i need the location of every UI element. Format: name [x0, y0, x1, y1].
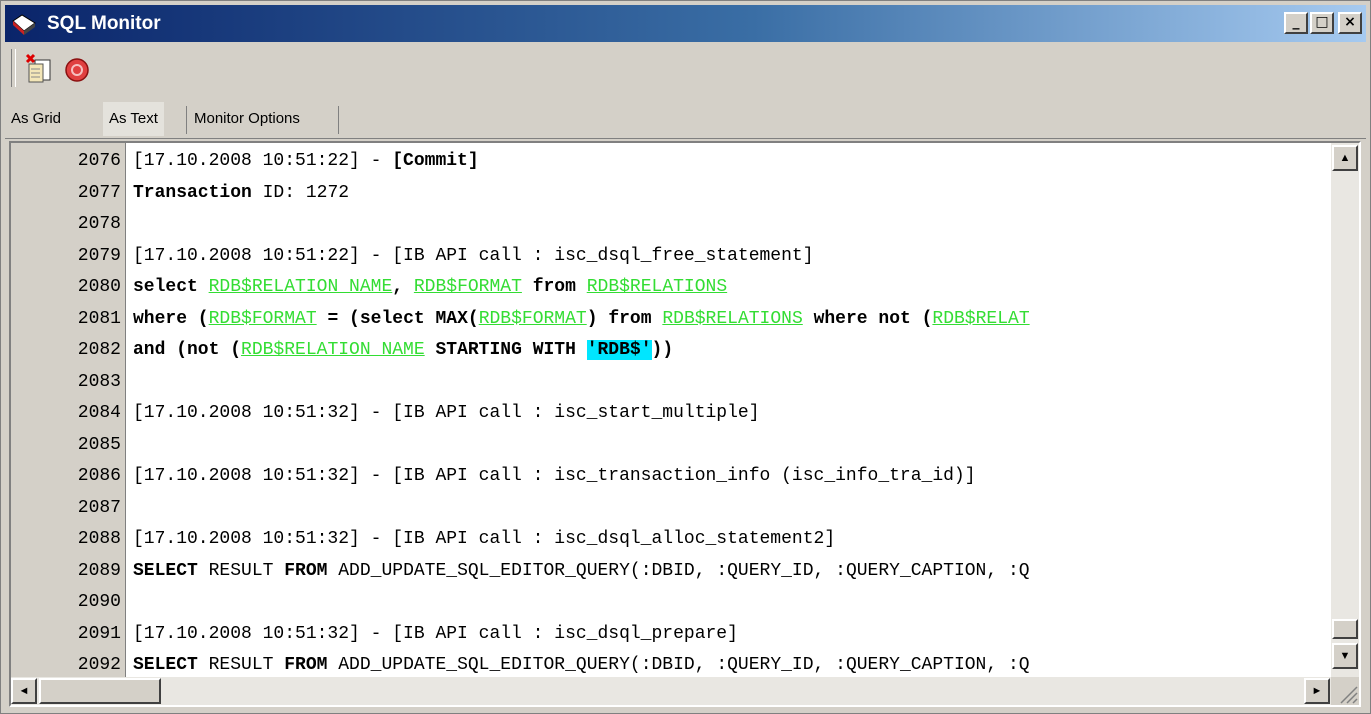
- line-number: 2085: [77, 434, 121, 455]
- text-token: ADD_UPDATE_SQL_EDITOR_QUERY(:DBID, :QUER…: [327, 655, 1030, 675]
- toolbar-grip: [11, 49, 16, 87]
- tab-divider: [186, 106, 187, 134]
- text-token: where (: [133, 308, 209, 329]
- sql-log-text[interactable]: 2076 [17.10.2008 10:51:22] - [Commit] 2077…: [9, 141, 1361, 707]
- line-number: 2078: [77, 214, 121, 234]
- text-token: [17.10.2008 10:51:22] -: [133, 151, 393, 171]
- horizontal-scrollbar[interactable]: ◄ ►: [11, 677, 1331, 705]
- text-token: RESULT: [197, 560, 285, 581]
- line-number: 2090: [77, 592, 121, 612]
- line-text: select RDB$RELATION_NAME, RDB$FORMAT fro…: [133, 271, 727, 303]
- tab-as-grid[interactable]: As Grid: [5, 102, 67, 136]
- identifier-token: RDB$FORMAT: [208, 308, 317, 329]
- text-token: = (select MAX(: [316, 308, 479, 329]
- line-text: [17.10.2008 10:51:22] - [Commit]: [133, 145, 479, 177]
- line-number: 2082: [77, 340, 121, 360]
- text-token: ID: 1272: [251, 182, 350, 203]
- line-text: [17.10.2008 10:51:22] - [IB API call : i…: [133, 240, 814, 272]
- vertical-scroll-thumb[interactable]: [1332, 619, 1358, 639]
- text-token: RESULT: [197, 655, 285, 675]
- tab-divider: [338, 106, 339, 134]
- close-button[interactable]: ×: [1338, 12, 1362, 34]
- text-token: SELECT: [133, 560, 198, 581]
- identifier-token: RDB$FORMAT: [478, 308, 587, 329]
- line-number: 2084: [77, 403, 121, 423]
- line-text: [17.10.2008 10:51:32] - [IB API call : i…: [133, 618, 738, 650]
- identifier-token: RDB$RELATION_NAME: [208, 277, 393, 297]
- minimize-button[interactable]: _: [1284, 12, 1308, 34]
- text-token: ,: [392, 277, 414, 297]
- scroll-left-button[interactable]: ◄: [11, 678, 37, 704]
- window-title: SQL Monitor: [47, 13, 161, 34]
- text-token: where not (: [802, 308, 933, 329]
- restore-button[interactable]: □: [1310, 12, 1334, 34]
- line-number: 2091: [77, 623, 121, 644]
- line-number: 2087: [77, 497, 121, 518]
- text-token: and (not (: [133, 340, 242, 360]
- text-token: select: [133, 277, 209, 297]
- view-tabs: As Grid As Text Monitor Options: [5, 98, 1366, 139]
- text-token: [17.10.2008 10:51:32] - [IB API call : i…: [133, 403, 760, 423]
- line-text: Transaction ID: 1272: [133, 177, 349, 209]
- clear-log-icon: [25, 53, 51, 83]
- line-text: [17.10.2008 10:51:32] - [IB API call : i…: [133, 460, 976, 492]
- scroll-down-button[interactable]: ▼: [1332, 643, 1358, 669]
- stop-monitor-button[interactable]: [59, 51, 95, 87]
- line-number: 2089: [77, 560, 121, 581]
- line-text: SELECT RESULT FROM ADD_UPDATE_SQL_EDITOR…: [133, 555, 1030, 587]
- stop-monitor-icon: [65, 58, 89, 82]
- identifier-token: RDB$RELATIONS: [586, 277, 728, 297]
- text-token: from: [521, 277, 587, 297]
- line-number: 2077: [77, 182, 121, 203]
- identifier-token: RDB$RELATIONS: [662, 308, 803, 329]
- resize-grip-icon[interactable]: [1331, 677, 1359, 705]
- line-text: [17.10.2008 10:51:32] - [IB API call : i…: [133, 397, 760, 429]
- tab-as-text[interactable]: As Text: [103, 102, 164, 136]
- vertical-scrollbar[interactable]: ▲ ▼: [1331, 143, 1359, 677]
- toolbar: [5, 44, 1366, 92]
- identifier-token: RDB$RELAT: [932, 308, 1030, 329]
- string-literal-token: 'RDB$': [586, 340, 652, 360]
- text-token: [Commit]: [392, 151, 479, 171]
- line-number: 2081: [77, 308, 121, 329]
- title-bar[interactable]: SQL Monitor _ □ ×: [5, 5, 1366, 42]
- line-number: 2080: [77, 277, 121, 297]
- text-token: FROM: [284, 560, 328, 581]
- text-token: [17.10.2008 10:51:32] - [IB API call : i…: [133, 529, 836, 549]
- identifier-token: RDB$FORMAT: [413, 277, 522, 297]
- text-token: Transaction: [133, 182, 252, 203]
- text-token: STARTING WITH: [424, 340, 587, 360]
- scroll-up-button[interactable]: ▲: [1332, 145, 1358, 171]
- line-number: 2076: [77, 151, 121, 171]
- line-number: 2083: [77, 371, 121, 392]
- text-token: SELECT: [133, 655, 198, 675]
- tab-monitor-options[interactable]: Monitor Options: [188, 102, 306, 136]
- identifier-token: RDB$RELATION_NAME: [241, 340, 425, 360]
- text-token: [17.10.2008 10:51:22] - [IB API call : i…: [133, 245, 814, 266]
- text-token: FROM: [284, 655, 328, 675]
- text-token: [17.10.2008 10:51:32] - [IB API call : i…: [133, 466, 976, 486]
- horizontal-scroll-thumb[interactable]: [39, 678, 161, 704]
- text-token: [17.10.2008 10:51:32] - [IB API call : i…: [133, 623, 738, 644]
- app-icon: [12, 14, 36, 35]
- text-token: )): [651, 340, 674, 360]
- text-token: ADD_UPDATE_SQL_EDITOR_QUERY(:DBID, :QUER…: [327, 560, 1030, 581]
- line-number: 2086: [77, 466, 121, 486]
- line-number: 2088: [77, 529, 121, 549]
- line-text: where (RDB$FORMAT = (select MAX(RDB$FORM…: [133, 303, 1030, 335]
- sql-monitor-window: SQL Monitor _ □ × As Grid As Text Monito…: [0, 0, 1371, 714]
- text-token: ) from: [586, 308, 663, 329]
- line-text: and (not (RDB$RELATION_NAME STARTING WIT…: [133, 334, 673, 366]
- clear-log-button[interactable]: [21, 51, 57, 87]
- scroll-right-button[interactable]: ►: [1304, 678, 1330, 704]
- line-number: 2079: [77, 245, 121, 266]
- line-text: [17.10.2008 10:51:32] - [IB API call : i…: [133, 523, 835, 555]
